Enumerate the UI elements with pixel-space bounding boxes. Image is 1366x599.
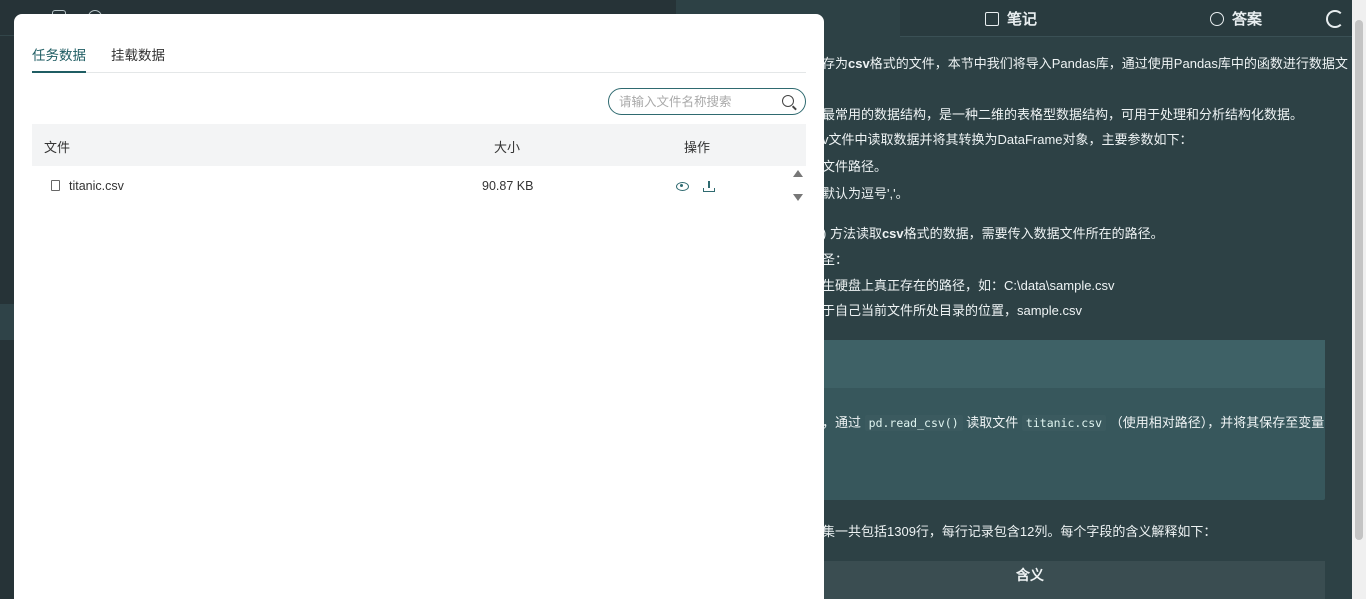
tab-answer-label: 答案 [1232, 11, 1263, 28]
scrollbar-thumb[interactable] [1355, 20, 1363, 540]
text-line: 集一共包括1309行，每行记录包含12列。每个字段的含义解释如下： [822, 524, 1217, 539]
task-box: ，通过 pd.read_csv() 读取文件 titanic.csv （使用相对… [822, 340, 1325, 500]
file-icon [51, 180, 60, 191]
text-line: 存为csv格式的文件，本节中我们将导入Pandas库，通过使用Pandas库中的… [822, 56, 1348, 71]
text-line: v文件中读取数据并将其转换为DataFrame对象，主要参数如下： [822, 132, 1193, 147]
tab-mounted-data[interactable]: 挂载数据 [111, 44, 165, 73]
text-line: 生硬盘上真正存在的路径，如：C:\data\sample.csv [822, 278, 1115, 293]
tab-notes-label: 笔记 [1007, 11, 1038, 28]
column-size: 大小 [494, 140, 521, 155]
column-file: 文件 [44, 140, 71, 155]
refresh-icon[interactable] [1326, 10, 1344, 28]
field-table-header: 含义 [822, 561, 1325, 599]
text-line: 最常用的数据结构，是一种二维的表格型数据结构，可用于处理和分析结构化数据。 [822, 107, 1304, 122]
tab-notes[interactable]: 笔记 [985, 0, 1037, 37]
column-actions: 操作 [684, 140, 711, 155]
search-icon[interactable] [782, 95, 794, 107]
field-table-header-label: 含义 [1016, 567, 1044, 583]
text-line: 圣： [822, 252, 849, 267]
scroll-up-arrow-icon[interactable] [793, 170, 803, 177]
edit-icon [985, 11, 999, 26]
file-size: 90.87 KB [482, 179, 534, 193]
scroll-down-arrow-icon[interactable] [793, 194, 803, 201]
task-text: ，通过 pd.read_csv() 读取文件 titanic.csv （使用相对… [822, 415, 1325, 431]
tab-task-data[interactable]: 任务数据 [32, 44, 86, 73]
data-file-dialog: 任务数据 挂载数据 文件 大小 操作 titanic.csv 90.87 KB [14, 14, 824, 599]
file-search [608, 88, 806, 115]
task-box-header [822, 340, 1325, 388]
page-scrollbar[interactable] [1352, 0, 1366, 599]
file-search-input[interactable] [619, 93, 779, 111]
key-icon [1210, 11, 1224, 26]
dialog-tabs: 任务数据 挂载数据 [32, 36, 806, 73]
download-icon[interactable] [703, 180, 715, 192]
text-line: ) 方法读取csv格式的数据，需要传入数据文件所在的路径。 [822, 226, 1164, 241]
file-table-header: 文件 大小 操作 [32, 124, 806, 166]
table-row: titanic.csv 90.87 KB [32, 166, 792, 206]
text-line: 于自己当前文件所处目录的位置，sample.csv [822, 303, 1083, 318]
text-line: 文件路径。 [822, 159, 888, 174]
text-line: 默认为逗号','。 [822, 186, 909, 201]
file-name[interactable]: titanic.csv [69, 179, 124, 193]
preview-eye-icon[interactable] [676, 180, 689, 192]
tab-answer[interactable]: 答案 [1210, 0, 1262, 37]
